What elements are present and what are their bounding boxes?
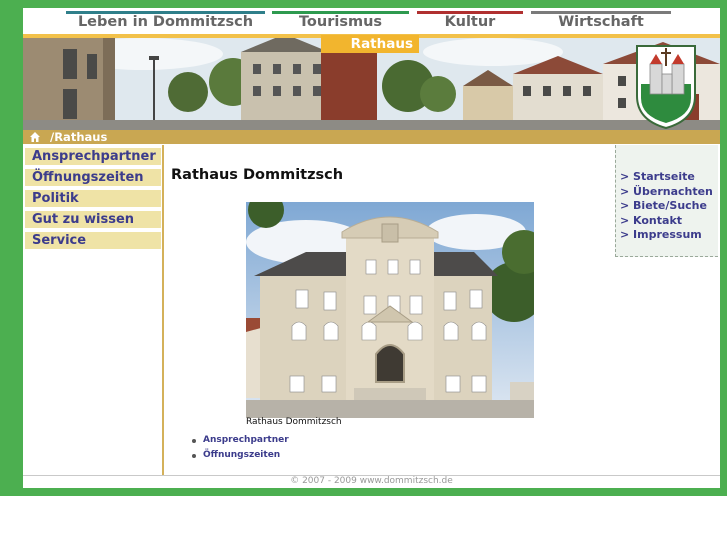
column-divider xyxy=(162,145,164,476)
left-nav-gut-zu-wissen[interactable]: Gut zu wissen xyxy=(25,211,161,228)
left-nav-politik[interactable]: Politik xyxy=(25,190,161,207)
breadcrumb-path[interactable]: /Rathaus xyxy=(50,130,107,144)
photo-caption: Rathaus Dommitzsch xyxy=(246,417,342,427)
content-link-ansprechpartner[interactable]: Ansprechpartner xyxy=(190,435,289,450)
top-nav-leben-label: Leben in Dommitzsch xyxy=(77,14,254,30)
rathaus-photo xyxy=(246,202,534,418)
content-link-oeffnungszeiten[interactable]: Öffnungszeiten xyxy=(190,450,289,465)
breadcrumb: /Rathaus xyxy=(23,130,720,144)
quick-link-startseite[interactable]: > Startseite xyxy=(620,170,713,185)
quick-link-impressum[interactable]: > Impressum xyxy=(620,228,713,243)
top-nav-leben-bar xyxy=(66,11,265,14)
top-navigation: Leben in Dommitzsch Tourismus Kultur Wir… xyxy=(23,8,720,34)
top-nav-leben[interactable]: Leben in Dommitzsch xyxy=(66,11,265,33)
top-nav-wirtschaft-bar xyxy=(531,11,671,14)
page-container: Leben in Dommitzsch Tourismus Kultur Wir… xyxy=(23,8,720,488)
active-section-tab[interactable]: Rathaus xyxy=(321,35,419,53)
top-nav-kultur-bar xyxy=(417,11,523,14)
content-link-list: Ansprechpartner Öffnungszeiten xyxy=(190,435,289,465)
left-nav-oeffnungszeiten[interactable]: Öffnungszeiten xyxy=(25,169,161,186)
quick-link-kontakt[interactable]: > Kontakt xyxy=(620,214,713,229)
top-nav-kultur[interactable]: Kultur xyxy=(417,11,523,33)
top-nav-tourismus[interactable]: Tourismus xyxy=(272,11,409,33)
top-nav-wirtschaft[interactable]: Wirtschaft xyxy=(531,11,671,33)
coat-of-arms-icon xyxy=(636,45,696,130)
top-nav-tourismus-bar xyxy=(272,11,409,14)
page-title: Rathaus Dommitzsch xyxy=(171,167,344,183)
top-nav-kultur-label: Kultur xyxy=(444,14,496,30)
quick-link-uebernachten[interactable]: > Übernachten xyxy=(620,185,713,200)
top-nav-tourismus-label: Tourismus xyxy=(298,14,383,30)
left-navigation: Ansprechpartner Öffnungszeiten Politik G… xyxy=(25,148,161,253)
top-nav-wirtschaft-label: Wirtschaft xyxy=(558,14,644,30)
quick-link-biete-suche[interactable]: > Biete/Suche xyxy=(620,199,713,214)
footer-copyright: © 2007 - 2009 www.dommitzsch.de xyxy=(290,476,453,486)
quick-links-list: > Startseite > Übernachten > Biete/Suche… xyxy=(620,170,713,243)
home-icon[interactable] xyxy=(29,131,41,143)
quick-links-box: > Startseite > Übernachten > Biete/Suche… xyxy=(615,145,718,257)
left-nav-ansprechpartner[interactable]: Ansprechpartner xyxy=(25,148,161,165)
left-nav-service[interactable]: Service xyxy=(25,232,161,249)
